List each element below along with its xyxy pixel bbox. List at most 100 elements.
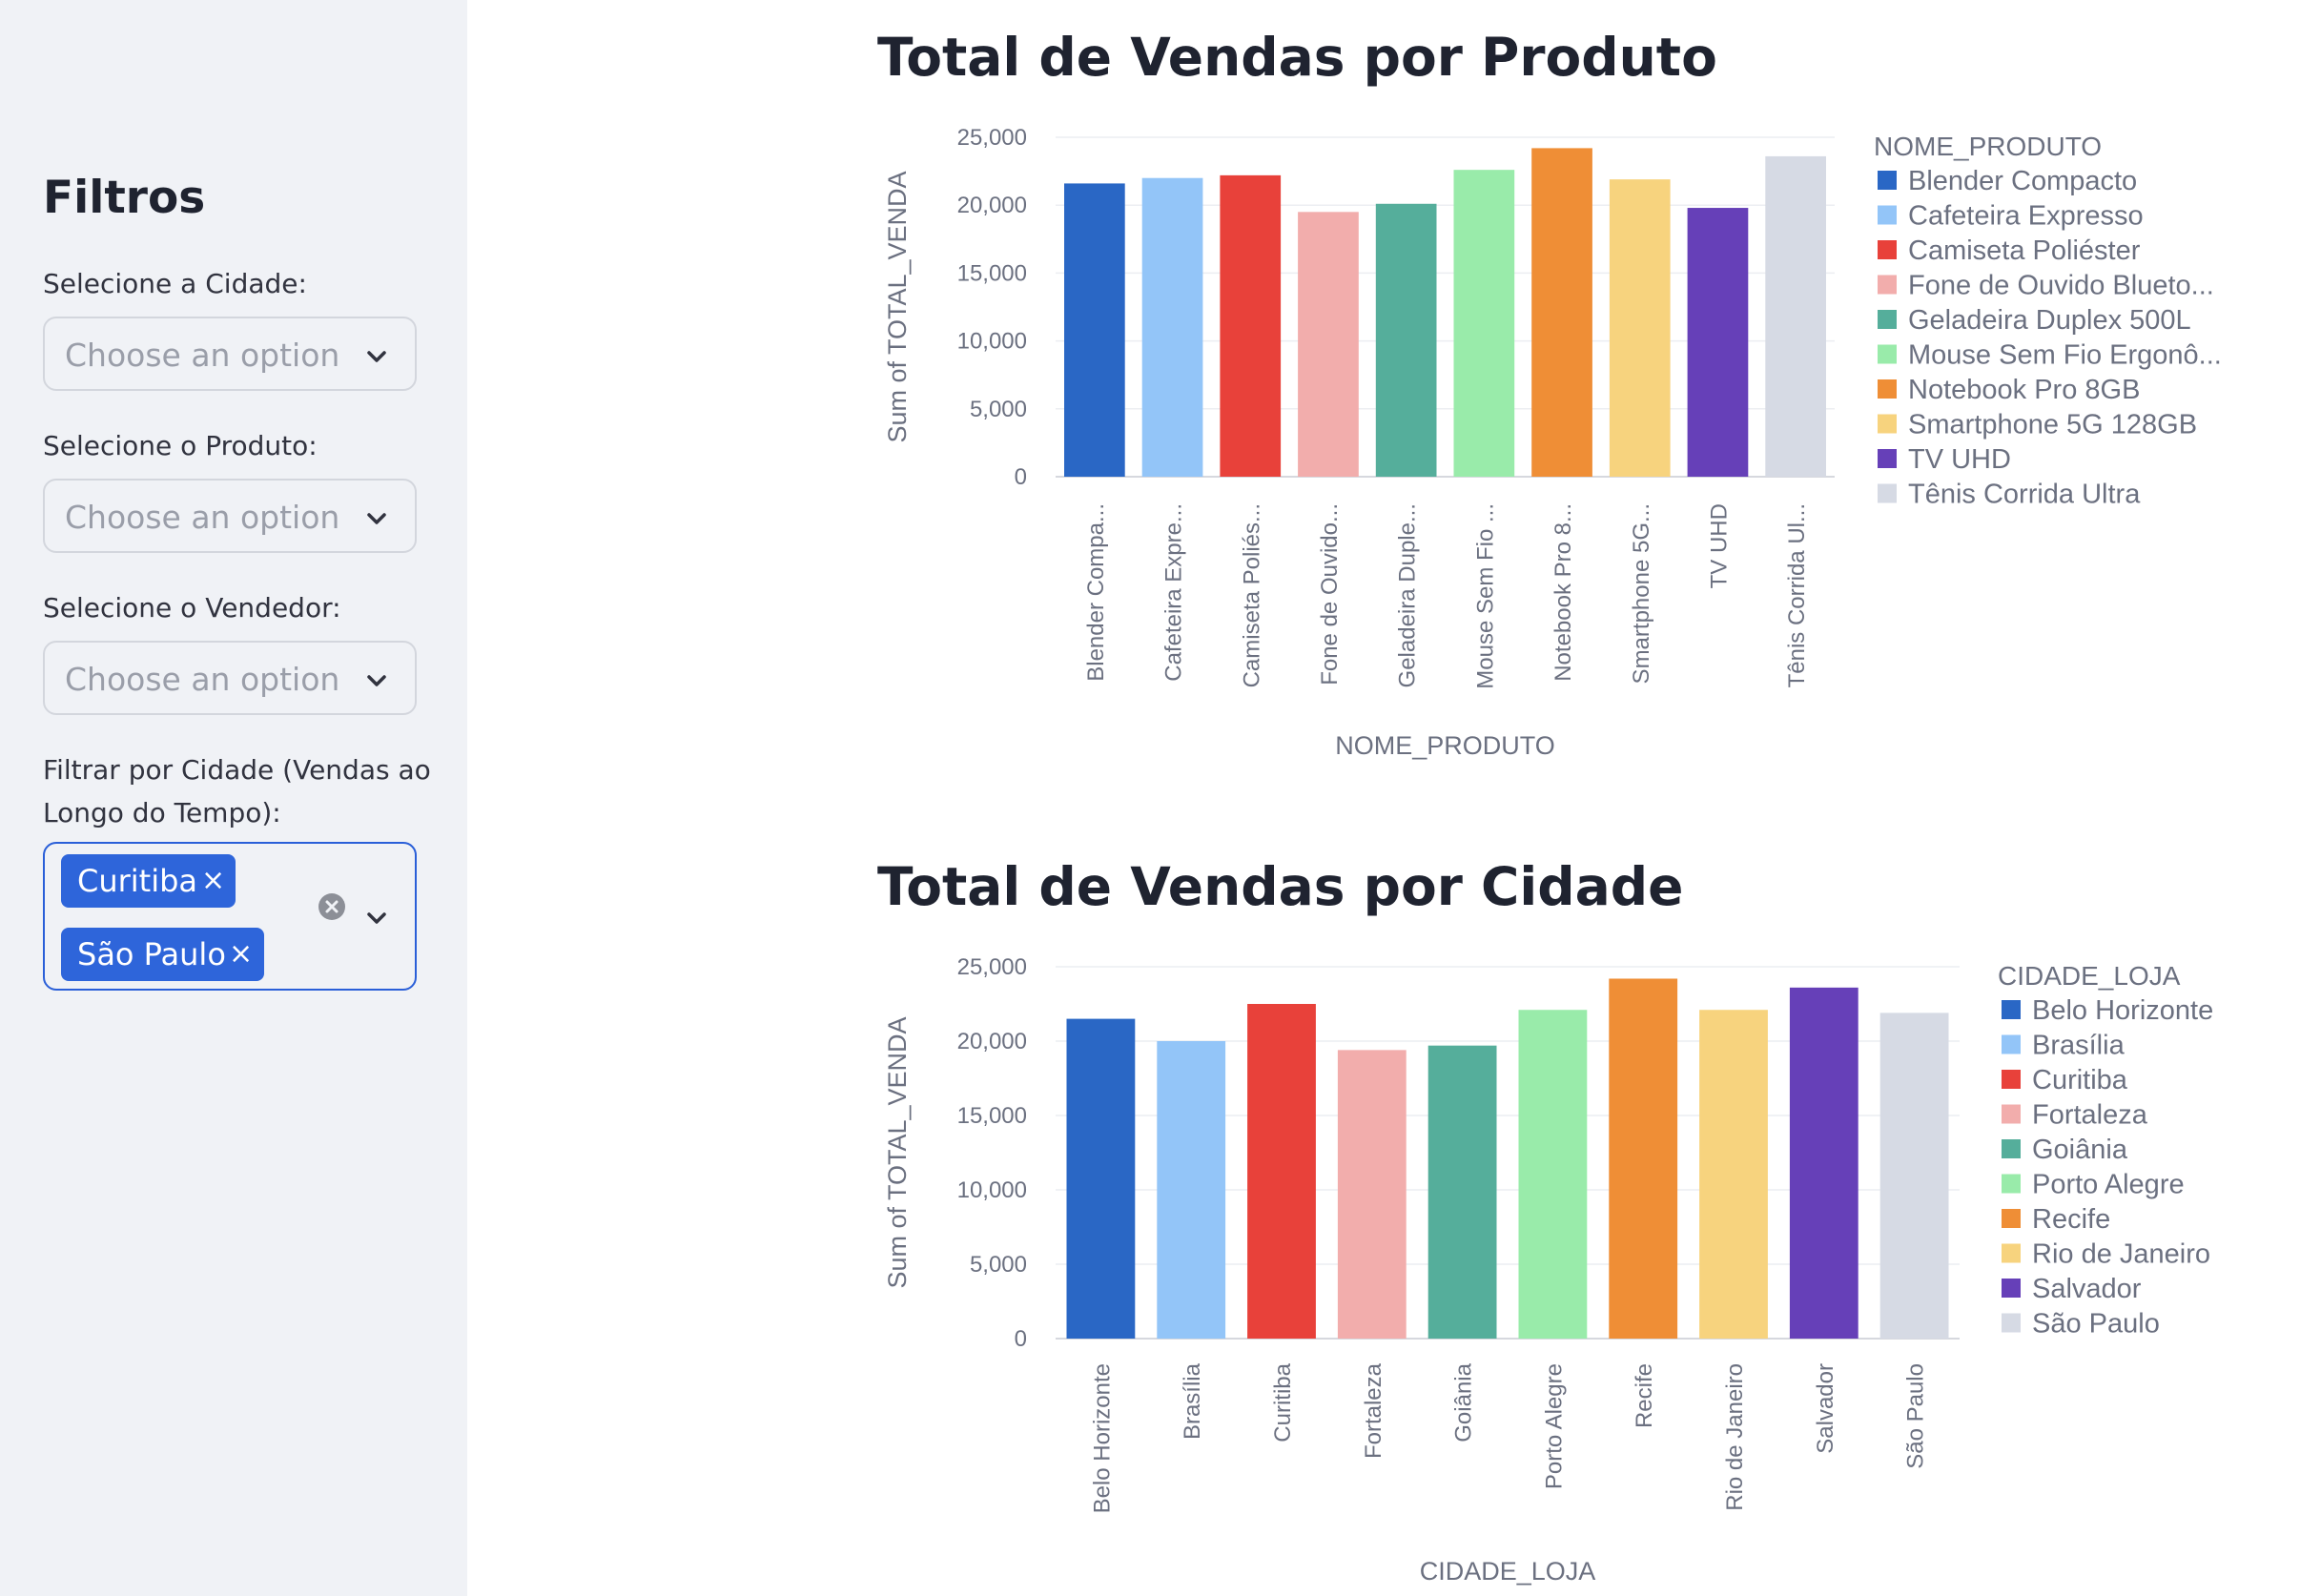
bar	[1220, 174, 1282, 477]
bar	[1789, 987, 1858, 1339]
x-tick-label: Smartphone 5G...	[1629, 503, 1654, 684]
clear-all-icon[interactable]	[318, 893, 345, 920]
legend-title: NOME_PRODUTO	[1874, 132, 2102, 161]
sidebar-title: Filtros	[43, 172, 206, 224]
x-tick-label: Curitiba	[1270, 1362, 1296, 1442]
legend-label: Salvador	[2032, 1274, 2142, 1304]
y-tick-label: 15,000	[957, 1103, 1027, 1129]
x-tick-label: Fortaleza	[1361, 1362, 1386, 1459]
x-tick-label: Rio de Janeiro	[1722, 1363, 1748, 1511]
selected-tag-curitiba: Curitiba ×	[61, 854, 236, 908]
legend-swatch	[1878, 414, 1897, 434]
tag-label: Curitiba	[77, 863, 198, 899]
bar	[1765, 155, 1826, 477]
legend-label: Belo Horizonte	[2032, 995, 2213, 1026]
bar	[1879, 1013, 1949, 1339]
bar	[1298, 212, 1359, 477]
y-tick-label: 25,000	[957, 954, 1027, 980]
legend-label: Curitiba	[2032, 1065, 2128, 1095]
city-chart-title: Total de Vendas por Cidade	[877, 856, 1684, 917]
x-tick-label: São Paulo	[1903, 1363, 1929, 1469]
legend-label: Fortaleza	[2032, 1100, 2148, 1131]
bar	[1337, 1050, 1407, 1339]
x-tick-label: Goiânia	[1451, 1362, 1477, 1442]
y-tick-label: 20,000	[957, 193, 1027, 218]
product-filter-label: Selecione o Produto:	[43, 430, 318, 461]
x-tick-label: Fone de Ouvido...	[1317, 503, 1343, 685]
x-tick-label: Porto Alegre	[1541, 1363, 1567, 1489]
legend-swatch	[2002, 1174, 2021, 1194]
legend-swatch	[1878, 275, 1897, 295]
timeline-city-filter-label: Filtrar por Cidade (Vendas ao Longo do T…	[43, 748, 443, 834]
remove-tag-icon[interactable]: ×	[229, 928, 253, 981]
bar	[1375, 203, 1437, 477]
bar	[1687, 208, 1749, 477]
y-axis-title: Sum of TOTAL_VENDA	[883, 171, 912, 442]
bar	[1609, 179, 1671, 478]
remove-tag-icon[interactable]: ×	[201, 854, 225, 908]
x-tick-label: Geladeira Duple...	[1395, 503, 1421, 687]
chevron-down-icon	[367, 675, 386, 686]
legend-swatch	[1878, 344, 1897, 364]
city-select[interactable]: Choose an option	[43, 317, 417, 391]
product-chart-title: Total de Vendas por Produto	[877, 27, 1717, 88]
y-tick-label: 0	[1015, 1326, 1027, 1352]
legend-label: Recife	[2032, 1204, 2110, 1235]
bar	[1453, 170, 1515, 477]
selected-tag-sao-paulo: São Paulo ×	[61, 928, 264, 981]
x-tick-label: Tênis Corrida Ul...	[1784, 503, 1810, 687]
legend-label: Geladeira Duplex 500L	[1908, 305, 2191, 336]
y-tick-label: 0	[1015, 464, 1027, 490]
legend-label: Smartphone 5G 128GB	[1908, 410, 2197, 440]
x-tick-label: TV UHD	[1706, 503, 1732, 588]
y-tick-label: 20,000	[957, 1029, 1027, 1054]
y-tick-label: 5,000	[970, 397, 1027, 422]
y-tick-label: 10,000	[957, 329, 1027, 355]
legend-swatch	[1878, 449, 1897, 468]
seller-select-placeholder: Choose an option	[65, 661, 340, 698]
x-tick-label: Recife	[1632, 1363, 1657, 1428]
legend-label: TV UHD	[1908, 444, 2011, 475]
bar	[1609, 978, 1678, 1339]
legend-swatch	[2002, 1104, 2021, 1124]
legend-label: Rio de Janeiro	[2032, 1239, 2210, 1270]
legend-swatch	[2002, 1279, 2021, 1298]
chevron-down-icon	[367, 912, 386, 924]
sidebar: Filtros Selecione a Cidade: Choose an op…	[0, 0, 467, 1596]
legend-swatch	[1878, 483, 1897, 503]
city-multiselect[interactable]: Curitiba × São Paulo ×	[43, 842, 417, 991]
legend-swatch	[2002, 1139, 2021, 1158]
tag-label: São Paulo	[77, 936, 226, 972]
bar	[1699, 1010, 1768, 1339]
legend-label: Notebook Pro 8GB	[1908, 375, 2140, 405]
bar	[1531, 148, 1592, 477]
y-tick-label: 25,000	[957, 125, 1027, 151]
legend-swatch	[2002, 1313, 2021, 1333]
legend-label: Tênis Corrida Ultra	[1908, 480, 2141, 510]
legend-swatch	[2002, 1070, 2021, 1089]
city-sales-chart: 0 5,000 10,000 15,000 20,000 25,000 Sum of TOT…	[883, 954, 2213, 1586]
bar	[1141, 177, 1203, 477]
chevron-down-icon	[367, 351, 386, 362]
bar	[1157, 1041, 1226, 1339]
legend-label: São Paulo	[2032, 1309, 2160, 1340]
legend-swatch	[1878, 240, 1897, 259]
legend-label: Mouse Sem Fio Ergonô...	[1908, 340, 2222, 371]
seller-select[interactable]: Choose an option	[43, 641, 417, 715]
bar	[1247, 1004, 1316, 1339]
bar	[1064, 183, 1125, 477]
legend-swatch	[1878, 205, 1897, 225]
product-select[interactable]: Choose an option	[43, 479, 417, 553]
x-axis-title: NOME_PRODUTO	[1335, 731, 1555, 760]
x-tick-label: Belo Horizonte	[1089, 1363, 1115, 1513]
x-tick-label: Salvador	[1813, 1363, 1838, 1454]
legend-swatch	[2002, 1209, 2021, 1228]
x-tick-label: Brasília	[1180, 1362, 1205, 1440]
y-tick-label: 10,000	[957, 1177, 1027, 1203]
legend-label: Goiânia	[2032, 1135, 2128, 1165]
legend-swatch	[1878, 310, 1897, 329]
bar	[1427, 1045, 1497, 1339]
seller-filter-label: Selecione o Vendedor:	[43, 592, 341, 624]
x-axis-title: CIDADE_LOJA	[1420, 1557, 1596, 1586]
x-tick-label: Mouse Sem Fio ...	[1472, 503, 1498, 689]
